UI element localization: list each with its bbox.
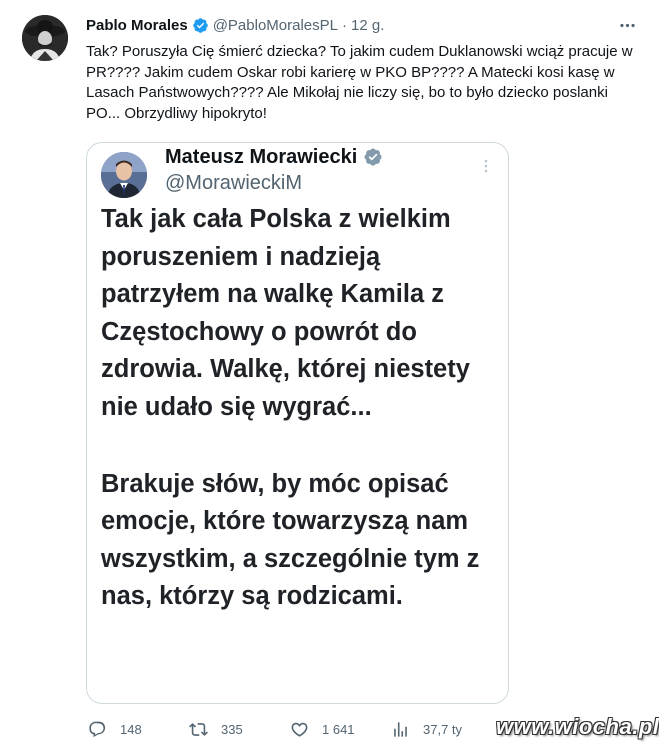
retweet-count: 335 (221, 721, 243, 737)
quoted-tweet-card[interactable]: Mateusz Morawiecki @MorawieckiM Tak jak … (86, 142, 509, 704)
quoted-author-name-text: Mateusz Morawiecki (165, 145, 358, 168)
views-button[interactable]: 37,7 ty (391, 716, 462, 742)
quoted-verified-badge-icon (364, 148, 382, 166)
tweet[interactable]: Pablo Morales @PabloMoralesPL · 12 g. Ta… (0, 0, 659, 753)
more-icon[interactable] (616, 15, 638, 35)
quoted-paragraph-2: Brakuje słów, by móc opisać emocje, któr… (101, 469, 480, 611)
quoted-more-icon (478, 158, 494, 174)
views-icon (394, 721, 407, 737)
reply-button[interactable]: 148 (88, 716, 142, 742)
author-avatar[interactable] (22, 15, 68, 61)
verified-badge-icon (192, 17, 208, 33)
quoted-tweet-body: Tak jak cała Polska z wielkim poruszenie… (101, 201, 501, 616)
like-count: 1 641 (322, 721, 355, 737)
retweet-button[interactable]: 335 (189, 716, 243, 742)
quoted-paragraph-1: Tak jak cała Polska z wielkim poruszenie… (101, 205, 470, 421)
reply-icon (89, 721, 106, 737)
author-handle[interactable]: @PabloMoralesPL (213, 17, 338, 34)
like-icon (291, 722, 308, 737)
watermark: www.wiocha.pl (496, 714, 659, 739)
separator-dot: · (342, 16, 347, 34)
quoted-author-handle: @MorawieckiM (165, 172, 302, 194)
tweet-header: Pablo Morales @PabloMoralesPL · 12 g. (86, 15, 384, 35)
quoted-author-name: Mateusz Morawiecki (165, 143, 383, 171)
reply-count: 148 (120, 721, 142, 737)
quoted-author-avatar (101, 152, 147, 198)
tweet-time[interactable]: 12 g. (351, 17, 384, 34)
views-count: 37,7 ty (423, 721, 463, 737)
retweet-icon (189, 722, 208, 736)
author-name[interactable]: Pablo Morales (86, 17, 188, 34)
tweet-text: Tak? Poruszyła Cię śmierć dziecka? To ja… (86, 43, 633, 122)
like-button[interactable]: 1 641 (290, 716, 355, 742)
